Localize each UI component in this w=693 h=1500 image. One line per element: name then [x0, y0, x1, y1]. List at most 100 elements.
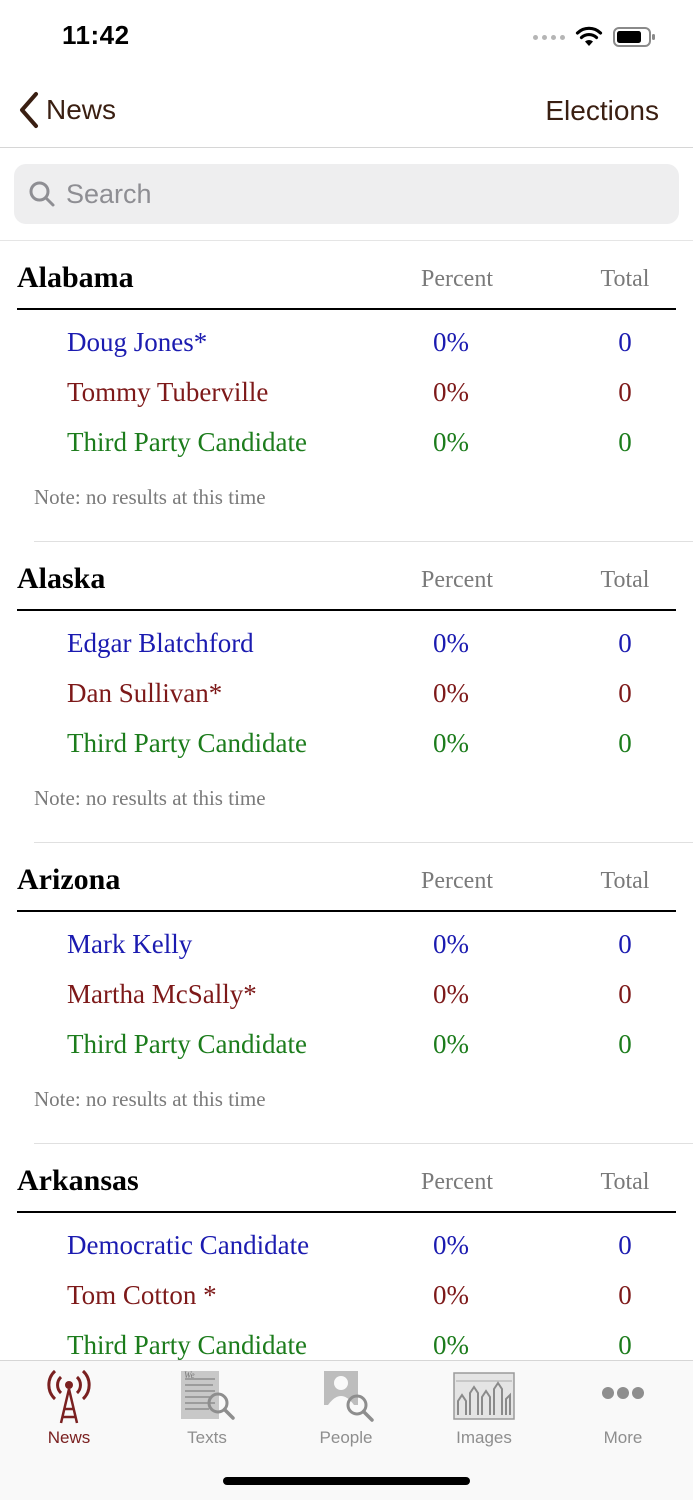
percent-column-header: Percent [421, 567, 493, 593]
state-header: Alabama Percent Total [17, 241, 676, 310]
tab-label: Images [456, 1428, 512, 1447]
candidate-name: Doug Jones* [67, 327, 208, 357]
candidate-row[interactable]: Dan Sullivan* 0% 0 [0, 666, 693, 716]
candidate-total: 0 [618, 979, 632, 1009]
candidate-row[interactable]: Tommy Tuberville 0% 0 [0, 365, 693, 415]
tab-images[interactable]: Images [415, 1367, 553, 1453]
percent-column-header: Percent [421, 868, 493, 894]
total-column-header: Total [600, 266, 650, 292]
candidate-name: Dan Sullivan* [67, 678, 223, 708]
battery-icon [613, 27, 655, 47]
candidate-name: Third Party Candidate [67, 1330, 307, 1360]
state-name: Arkansas [17, 1164, 139, 1197]
candidate-percent: 0% [433, 1029, 469, 1059]
candidate-percent: 0% [433, 678, 469, 708]
tab-people[interactable]: People [277, 1367, 415, 1453]
candidate-name: Third Party Candidate [67, 1029, 307, 1059]
candidate-row[interactable]: Third Party Candidate 0% 0 [0, 415, 693, 465]
total-column-header: Total [600, 868, 650, 894]
candidate-row[interactable]: Third Party Candidate 0% 0 [0, 1017, 693, 1067]
more-dots-icon [602, 1387, 644, 1399]
candidate-total: 0 [618, 678, 632, 708]
percent-column-header: Percent [421, 1169, 493, 1195]
candidate-percent: 0% [433, 979, 469, 1009]
antenna-icon [47, 1369, 91, 1424]
candidate-total: 0 [618, 427, 632, 457]
results-note: Note: no results at this time [34, 786, 266, 810]
candidate-name: Martha McSally* [67, 979, 257, 1009]
navigation-bar: News Elections [0, 75, 693, 148]
state-section-arizona: Arizona Percent Total Mark Kelly 0% 0 Ma… [0, 843, 693, 1144]
tab-texts[interactable]: We Texts [138, 1367, 276, 1453]
candidate-total: 0 [618, 728, 632, 758]
candidate-name: Third Party Candidate [67, 427, 307, 457]
back-label: News [46, 94, 117, 125]
constitution-search-icon: We [181, 1370, 235, 1420]
percent-column-header: Percent [421, 266, 493, 292]
candidate-total: 0 [618, 327, 632, 357]
candidate-total: 0 [618, 377, 632, 407]
tab-label: News [47, 1428, 91, 1447]
total-column-header: Total [600, 1169, 650, 1195]
person-search-icon [324, 1371, 374, 1422]
candidate-percent: 0% [433, 1230, 469, 1260]
historic-image-icon [453, 1372, 515, 1420]
tab-label: Texts [187, 1428, 227, 1447]
state-name: Arizona [17, 863, 121, 896]
status-bar: 11:42 [0, 0, 693, 75]
candidate-percent: 0% [433, 377, 469, 407]
tab-label: More [603, 1428, 643, 1447]
candidate-name: Tom Cotton * [67, 1280, 217, 1310]
candidate-row[interactable]: Mark Kelly 0% 0 [0, 917, 693, 967]
search-bar[interactable] [14, 164, 679, 224]
svg-text:We: We [184, 1370, 195, 1380]
state-name: Alabama [17, 261, 134, 294]
candidate-percent: 0% [433, 1280, 469, 1310]
candidate-percent: 0% [433, 1330, 469, 1360]
signal-icon [533, 34, 565, 40]
results-note: Note: no results at this time [34, 485, 266, 509]
search-input[interactable] [66, 178, 666, 210]
state-header: Arizona Percent Total [17, 843, 676, 912]
candidate-row[interactable]: Tom Cotton * 0% 0 [0, 1268, 693, 1318]
candidate-total: 0 [618, 1330, 632, 1360]
candidate-name: Tommy Tuberville [67, 377, 269, 407]
state-section-alaska: Alaska Percent Total Edgar Blatchford 0%… [0, 542, 693, 843]
state-header: Alaska Percent Total [17, 542, 676, 611]
candidate-total: 0 [618, 1280, 632, 1310]
candidate-row[interactable]: Third Party Candidate 0% 0 [0, 1318, 693, 1360]
candidate-name: Edgar Blatchford [67, 628, 254, 658]
candidate-row[interactable]: Edgar Blatchford 0% 0 [0, 616, 693, 666]
candidate-row[interactable]: Doug Jones* 0% 0 [0, 315, 693, 365]
tab-more[interactable]: More [554, 1367, 692, 1453]
total-column-header: Total [600, 567, 650, 593]
home-indicator[interactable] [223, 1477, 470, 1485]
candidate-row[interactable]: Martha McSally* 0% 0 [0, 967, 693, 1017]
state-name: Alaska [17, 562, 106, 595]
state-section-arkansas: Arkansas Percent Total Democratic Candid… [0, 1144, 693, 1360]
wifi-icon [575, 26, 603, 46]
search-icon [29, 181, 55, 207]
tab-label: People [319, 1428, 373, 1447]
state-section-alabama: Alabama Percent Total Doug Jones* 0% 0 T… [0, 241, 693, 542]
candidate-percent: 0% [433, 427, 469, 457]
candidate-total: 0 [618, 1029, 632, 1059]
candidate-percent: 0% [433, 327, 469, 357]
candidate-name: Democratic Candidate [67, 1230, 310, 1260]
candidate-percent: 0% [433, 929, 469, 959]
tab-news[interactable]: News [0, 1367, 138, 1453]
page-title: Elections [545, 95, 659, 126]
candidate-percent: 0% [433, 728, 469, 758]
candidate-total: 0 [618, 628, 632, 658]
candidate-total: 0 [618, 929, 632, 959]
candidate-row[interactable]: Democratic Candidate 0% 0 [0, 1218, 693, 1268]
status-time: 11:42 [62, 20, 130, 50]
chevron-left-icon [20, 92, 38, 128]
status-icons [533, 26, 657, 48]
results-note: Note: no results at this time [34, 1087, 266, 1111]
candidate-percent: 0% [433, 628, 469, 658]
state-header: Arkansas Percent Total [17, 1144, 676, 1213]
candidate-row[interactable]: Third Party Candidate 0% 0 [0, 716, 693, 766]
results-list[interactable]: Alabama Percent Total Doug Jones* 0% 0 T… [0, 241, 693, 1360]
back-button[interactable]: News [18, 91, 116, 129]
